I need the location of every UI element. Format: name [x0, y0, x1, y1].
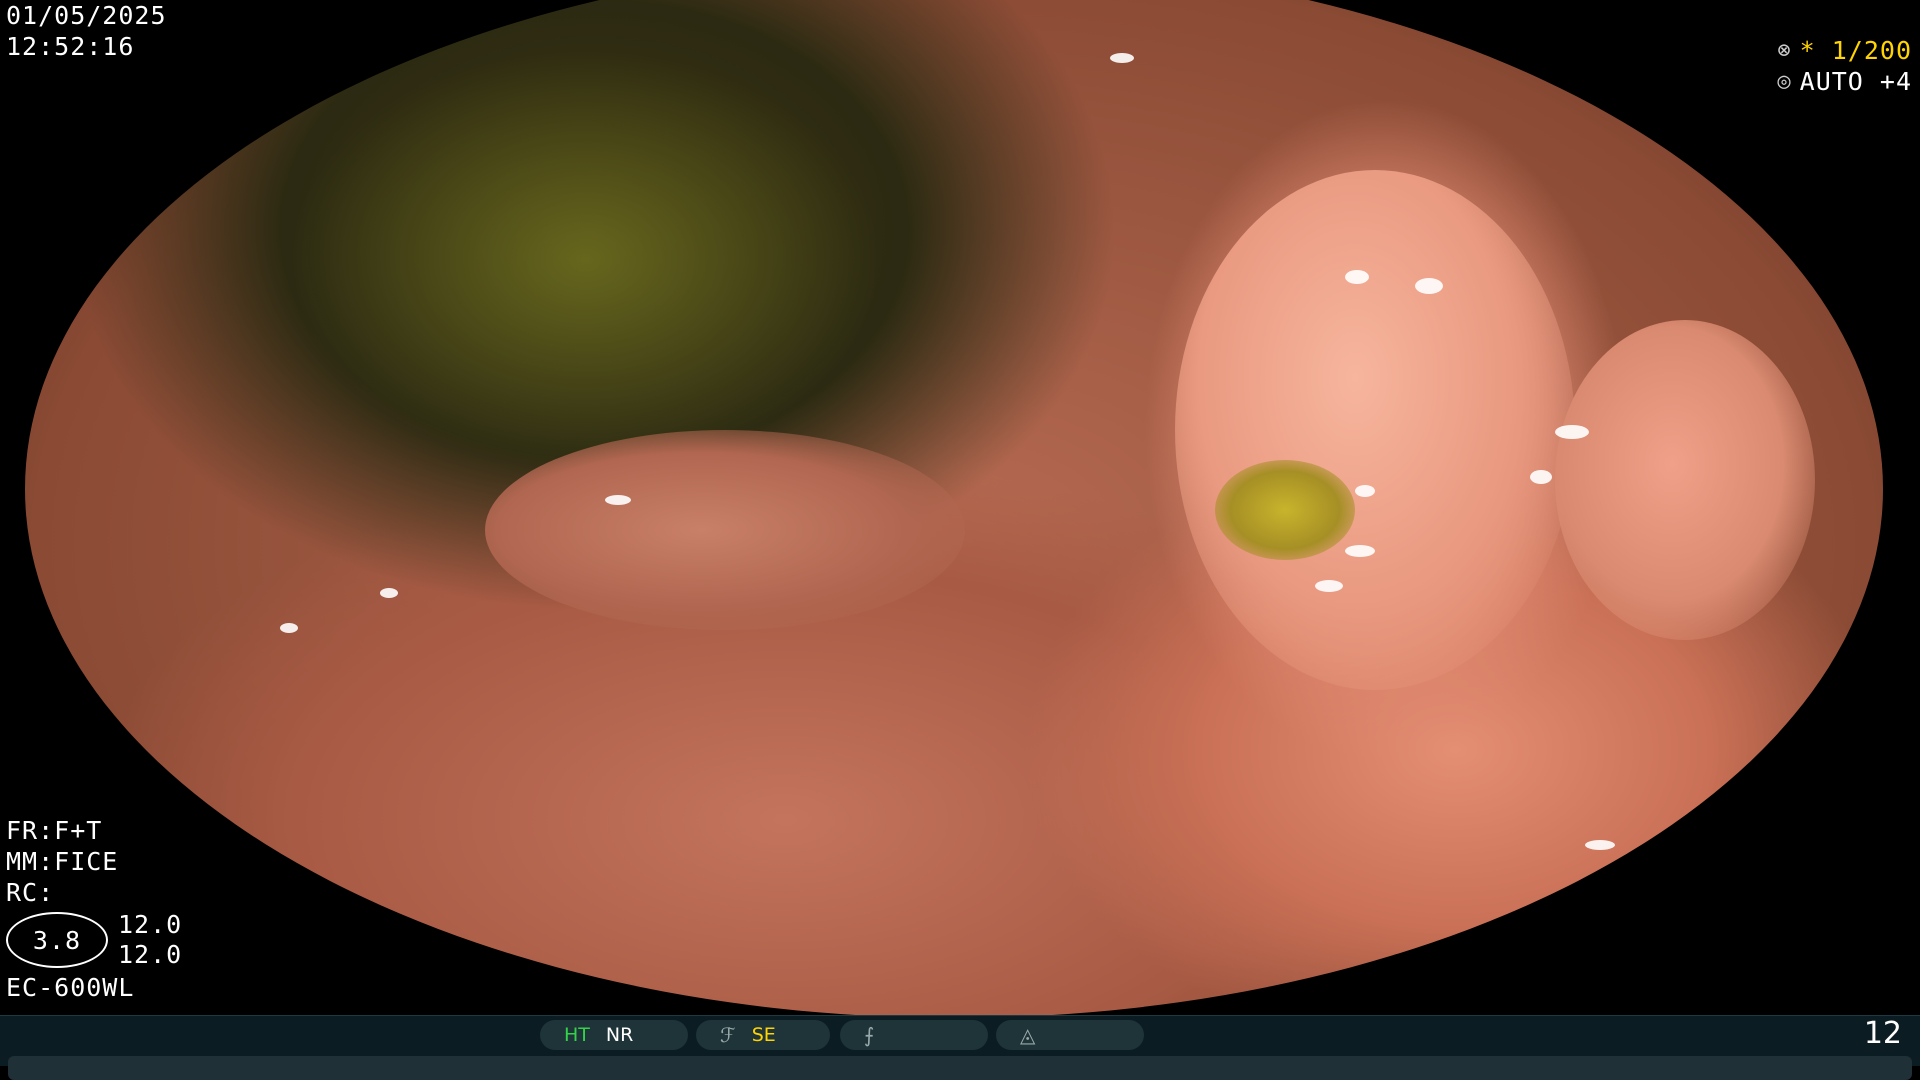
- shutter-value: * 1/200: [1799, 36, 1912, 65]
- fr-label: FR:F+T: [6, 816, 103, 845]
- edge-indicator: ⨍: [840, 1020, 988, 1050]
- tone-curve-icon: ℱ: [720, 1023, 736, 1047]
- time-label: 12:52:16: [6, 32, 135, 61]
- light-reflection: [380, 588, 398, 598]
- light-reflection: [1345, 270, 1369, 284]
- ht-nr-indicator: HT NR: [540, 1020, 688, 1050]
- light-reflection: [1345, 545, 1375, 557]
- nr-label: NR: [605, 1024, 634, 1046]
- edge-icon: ⨍: [864, 1023, 875, 1047]
- light-reflection: [1555, 425, 1589, 439]
- scope-model-label: EC-600WL: [6, 973, 135, 1002]
- zoom-indicator: 3.8: [6, 912, 108, 968]
- exposure-overlay: ⊗ * 1/200 ◎ AUTO +4: [1777, 35, 1912, 97]
- shutter-row: ⊗ * 1/200: [1777, 35, 1912, 66]
- light-reflection: [1530, 470, 1552, 484]
- light-reflection: [1415, 278, 1443, 294]
- light-reflection: [280, 623, 298, 633]
- status-strip: [8, 1056, 1912, 1080]
- light-reflection: [1585, 840, 1615, 850]
- settings-overlay: FR:F+T MM:FICE RC: 3.8 12.0 12.0 EC-600W…: [6, 815, 182, 1003]
- iris-value: AUTO +4: [1799, 67, 1912, 96]
- frame-count: 12: [1863, 1016, 1902, 1051]
- mucosal-fold-right: [1555, 320, 1815, 640]
- date-label: 01/05/2025: [6, 1, 167, 30]
- scope-mode-indicator: ◬: [996, 1020, 1144, 1050]
- iris-row: ◎ AUTO +4: [1777, 66, 1912, 97]
- iris-icon: ◎: [1777, 69, 1792, 94]
- mucosal-fold-left: [485, 430, 965, 630]
- value-1: 12.0: [118, 910, 183, 939]
- shutter-icon: ⊗: [1777, 38, 1792, 63]
- value-2: 12.0: [118, 940, 183, 969]
- mm-label: MM:FICE: [6, 847, 119, 876]
- zoom-values: 12.0 12.0: [118, 910, 182, 970]
- endoscopic-view: [25, 0, 1883, 1018]
- rc-label: RC:: [6, 878, 55, 907]
- yellow-debris: [1215, 460, 1355, 560]
- light-reflection: [1355, 485, 1375, 497]
- se-label: SE: [751, 1024, 776, 1046]
- light-reflection: [1315, 580, 1343, 592]
- datetime-overlay: 01/05/2025 12:52:16: [6, 0, 167, 62]
- scope-mode-icon: ◬: [1020, 1023, 1036, 1047]
- ht-label: HT: [564, 1024, 590, 1046]
- se-indicator: ℱ SE: [696, 1020, 830, 1050]
- light-reflection: [1110, 53, 1134, 63]
- polypoid-fold: [1175, 170, 1575, 690]
- light-reflection: [605, 495, 631, 505]
- zoom-block: 3.8 12.0 12.0: [6, 910, 182, 970]
